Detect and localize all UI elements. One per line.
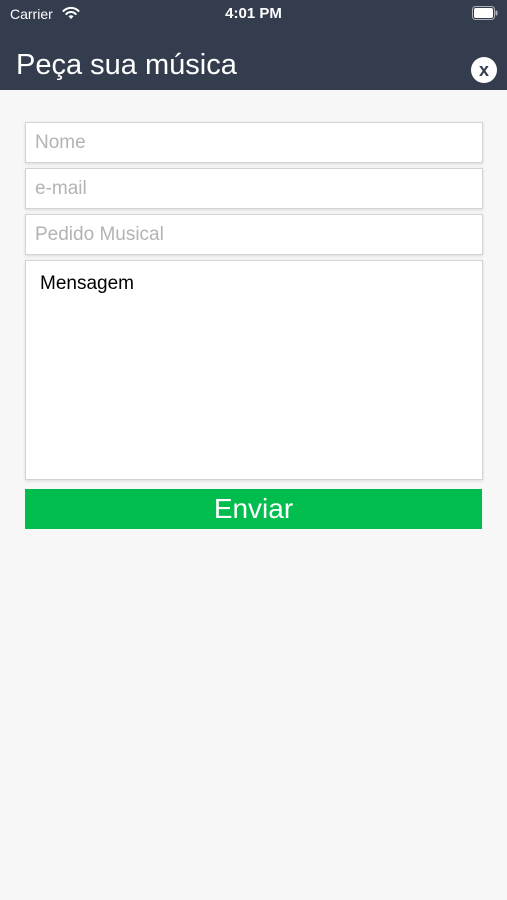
submit-button[interactable]: Enviar (25, 489, 482, 529)
song-request-form: Enviar (25, 122, 483, 529)
message-textarea[interactable] (25, 260, 483, 480)
battery-icon (472, 6, 498, 20)
status-bar: Carrier 4:01 PM (0, 0, 507, 28)
close-button[interactable]: x (471, 57, 497, 83)
name-input[interactable] (25, 122, 483, 163)
email-input[interactable] (25, 168, 483, 209)
header-bar: Carrier 4:01 PM Peça sua música x (0, 0, 507, 90)
song-request-input[interactable] (25, 214, 483, 255)
status-time: 4:01 PM (225, 5, 282, 22)
page-title: Peça sua música (16, 49, 237, 81)
